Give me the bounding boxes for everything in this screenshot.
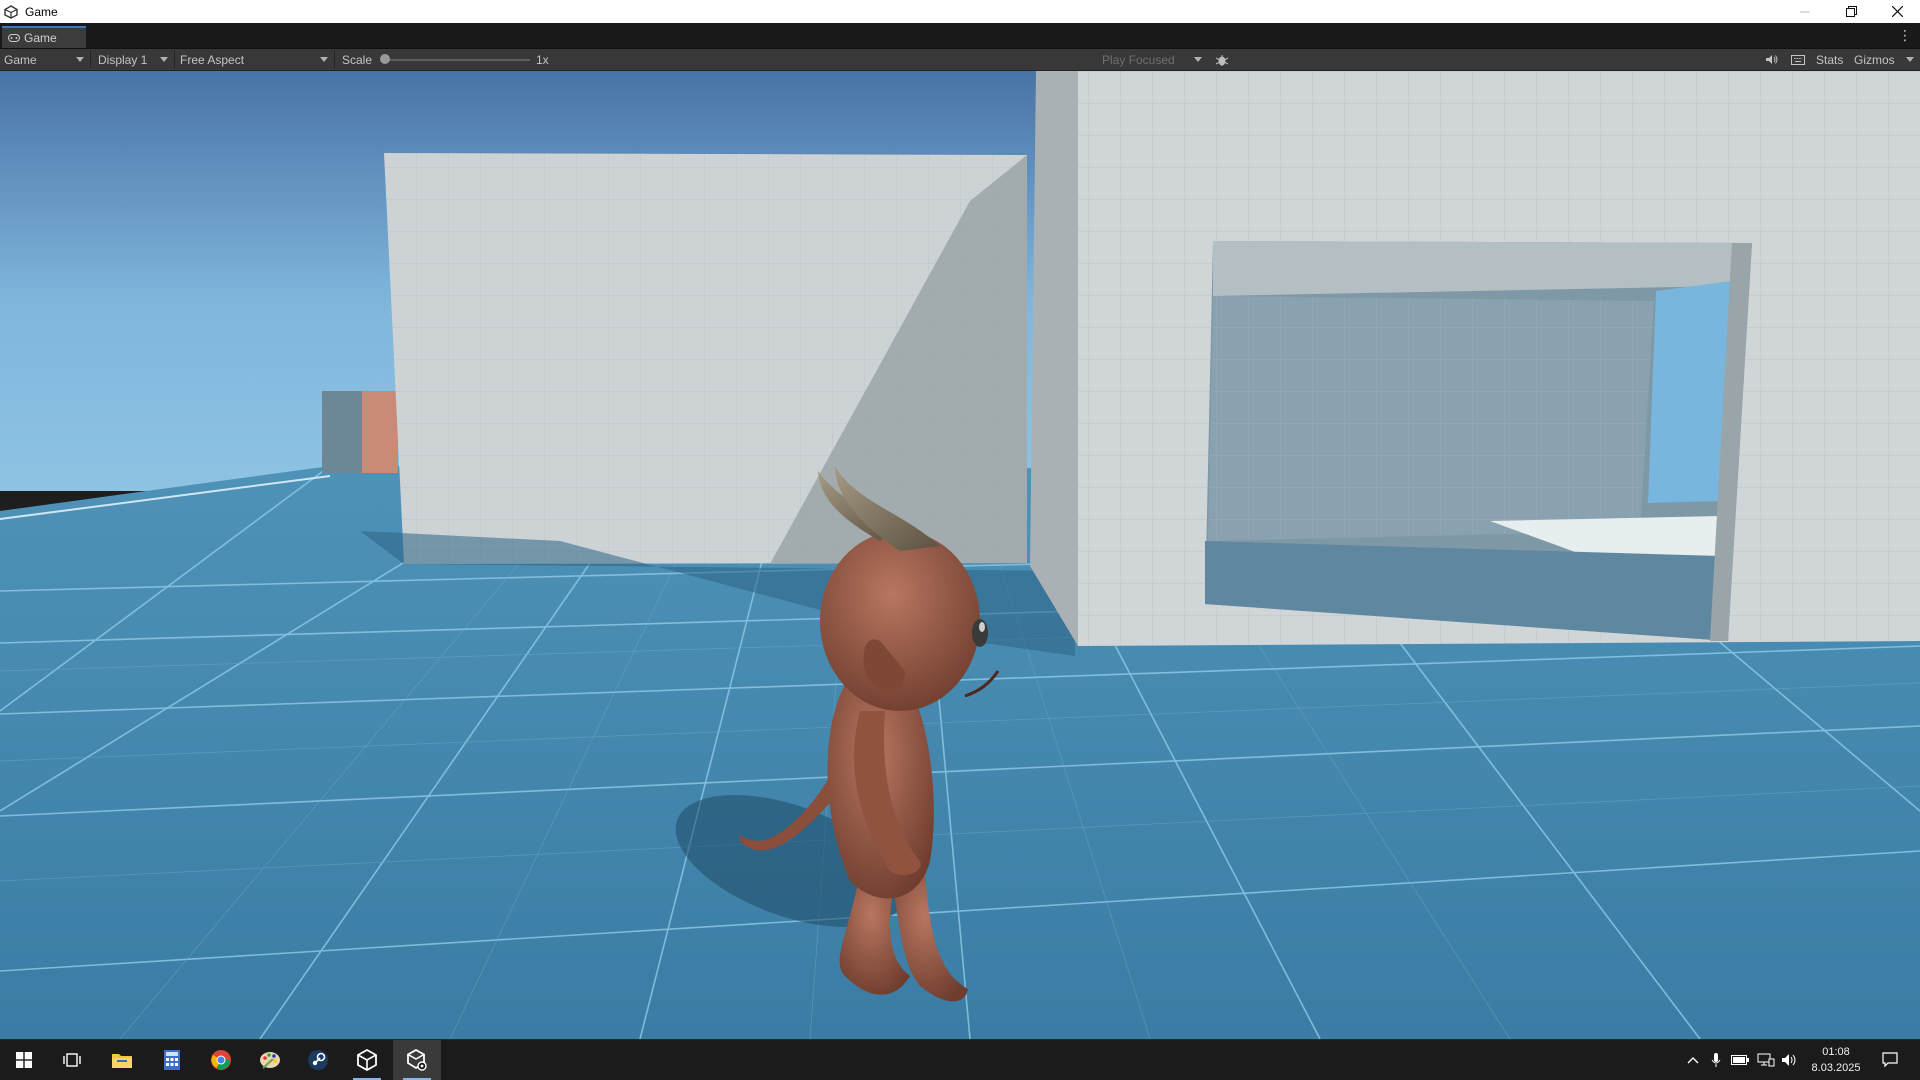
scale-value: 1x	[536, 52, 549, 67]
battery-icon	[1731, 1055, 1749, 1065]
chevron-up-icon	[1687, 1057, 1699, 1064]
calculator-icon	[164, 1050, 180, 1070]
creature-eye-highlight	[979, 622, 985, 632]
scale-label: Scale	[342, 52, 373, 67]
tab-game[interactable]: Game	[2, 26, 86, 48]
task-view-button[interactable]	[48, 1040, 96, 1080]
aspect-label: Free Aspect	[180, 52, 245, 67]
task-view-icon	[63, 1053, 81, 1067]
taskbar-unity-editor[interactable]	[393, 1040, 441, 1080]
taskbar-unity-hub[interactable]	[343, 1040, 391, 1080]
unity-hub-icon	[357, 1049, 377, 1071]
gamepad-icon	[8, 34, 20, 42]
taskbar-chrome[interactable]	[197, 1040, 245, 1080]
chrome-icon	[211, 1050, 231, 1070]
network-icon	[1757, 1053, 1775, 1067]
play-mode-dropdown[interactable]: Play Focused	[1102, 49, 1206, 70]
stats-label: Stats	[1816, 52, 1844, 67]
bug-icon	[1215, 54, 1229, 66]
chevron-down-icon	[76, 57, 84, 62]
minimize-button[interactable]	[1782, 0, 1828, 23]
aspect-dropdown[interactable]: Free Aspect	[180, 49, 332, 70]
battery-tray-button[interactable]	[1728, 1040, 1752, 1080]
start-button[interactable]	[0, 1040, 48, 1080]
minimize-icon	[1800, 11, 1810, 12]
folder-icon	[112, 1054, 132, 1068]
action-center-button[interactable]	[1872, 1040, 1908, 1080]
game-view-viewport[interactable]	[0, 71, 1920, 1039]
display-label: Display 1	[98, 52, 148, 67]
creature-eye	[972, 619, 988, 647]
shortcuts-button[interactable]	[1788, 49, 1808, 70]
distant-box	[322, 391, 362, 473]
chevron-down-icon	[1194, 57, 1202, 62]
clock-date: 8.03.2025	[1811, 1062, 1861, 1074]
microphone-tray-button[interactable]	[1706, 1040, 1726, 1080]
distant-box-side	[362, 391, 398, 473]
view-mode-dropdown[interactable]: Game	[4, 49, 88, 70]
restore-icon	[1845, 6, 1857, 17]
frame-debugger-button[interactable]	[1214, 49, 1230, 70]
close-icon	[1891, 6, 1903, 17]
chevron-down-icon	[320, 57, 328, 62]
gizmos-dropdown[interactable]: Gizmos	[1854, 49, 1918, 70]
scale-slider-thumb[interactable]	[380, 54, 390, 64]
unity-logo-icon	[4, 4, 18, 19]
doorway-interior-grid	[1208, 296, 1654, 541]
clock[interactable]: 01:08 8.03.2025	[1796, 1044, 1876, 1076]
building-side	[1030, 71, 1078, 646]
play-mode-label: Play Focused	[1102, 52, 1175, 67]
notifications-icon	[1882, 1052, 1898, 1068]
show-hidden-icons-button[interactable]	[1682, 1040, 1704, 1080]
toolbar-divider	[334, 51, 335, 68]
window-title: Game	[25, 4, 58, 19]
toolbar-divider	[174, 51, 175, 68]
network-tray-button[interactable]	[1754, 1040, 1778, 1080]
window-controls	[1782, 0, 1920, 23]
chevron-down-icon	[1906, 57, 1914, 62]
display-dropdown[interactable]: Display 1	[98, 49, 172, 70]
doorway-window-sky	[1648, 281, 1732, 503]
microphone-icon	[1711, 1053, 1721, 1067]
editor-tab-bar: Game ⋮	[0, 23, 1920, 49]
unity-editor-icon	[407, 1049, 427, 1071]
taskbar-calculator[interactable]	[148, 1040, 196, 1080]
window-title-bar: Game	[0, 0, 1920, 23]
taskbar-paint[interactable]	[246, 1040, 294, 1080]
close-button[interactable]	[1874, 0, 1920, 23]
mute-audio-button[interactable]	[1762, 49, 1780, 70]
toolbar-divider	[90, 51, 91, 68]
keyboard-icon	[1791, 54, 1805, 65]
scene-render	[0, 71, 1920, 1039]
chevron-down-icon	[160, 57, 168, 62]
taskbar-file-explorer[interactable]	[98, 1040, 146, 1080]
palette-icon	[260, 1052, 280, 1069]
stats-button[interactable]: Stats	[1816, 49, 1843, 70]
clock-time: 01:08	[1822, 1046, 1850, 1058]
gizmos-label: Gizmos	[1854, 52, 1895, 67]
os-taskbar: 01:08 8.03.2025	[0, 1039, 1920, 1080]
taskbar-steam[interactable]	[294, 1040, 342, 1080]
more-options-icon[interactable]: ⋮	[1898, 27, 1912, 43]
view-mode-label: Game	[4, 52, 37, 67]
tab-label: Game	[24, 31, 57, 45]
restore-button[interactable]	[1828, 0, 1874, 23]
scale-slider-track[interactable]	[384, 59, 530, 61]
steam-icon	[308, 1050, 328, 1070]
game-view-toolbar: Game Display 1 Free Aspect Scale 1x Play…	[0, 49, 1920, 71]
windows-logo-icon	[16, 1052, 32, 1068]
speaker-icon	[1765, 55, 1777, 64]
